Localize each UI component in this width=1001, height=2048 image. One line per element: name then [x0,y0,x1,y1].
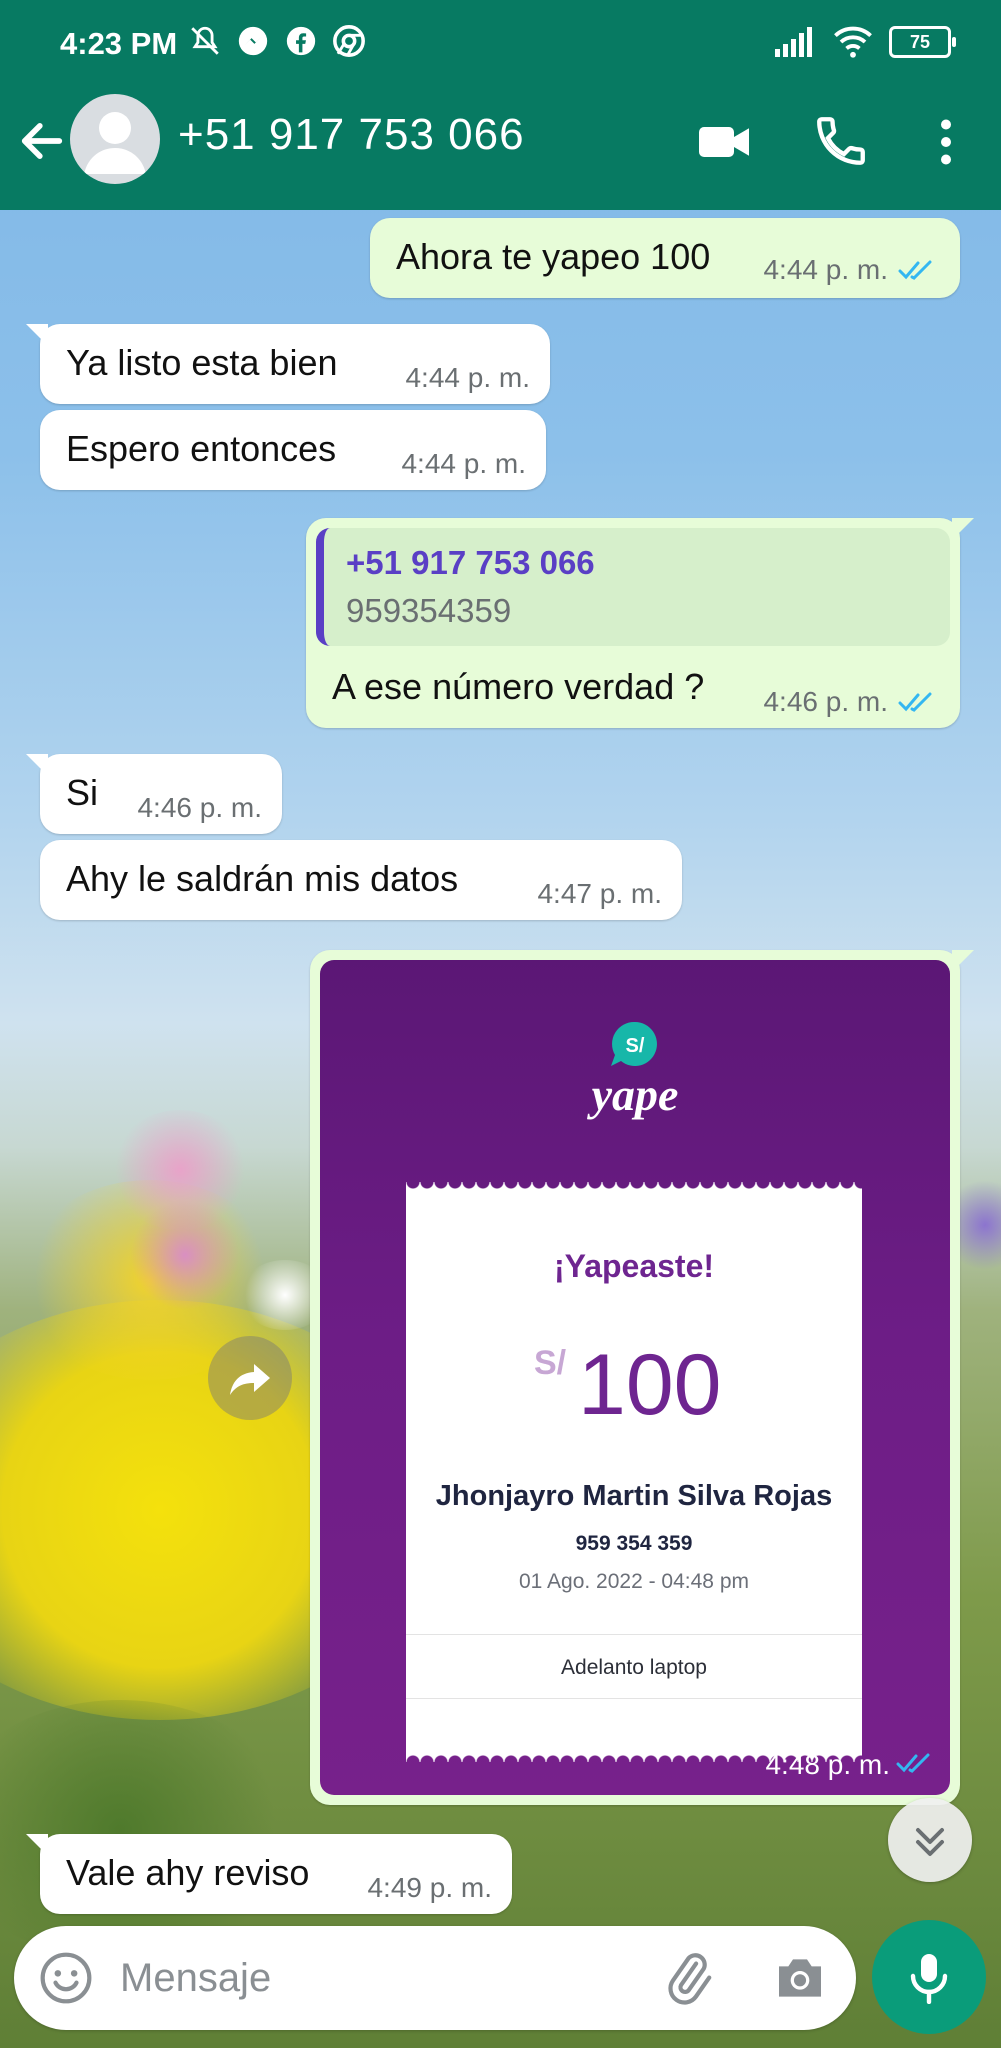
message-outgoing[interactable]: Ahora te yapeo 100 4:44 p. m. [370,218,960,298]
image-message[interactable]: S/ yape ¡Yapeaste! S/ 100 Jhonjayro Mart… [310,950,974,1805]
quoted-sender: +51 917 753 066 [346,544,595,581]
contact-avatar[interactable] [70,94,160,184]
message-composer[interactable]: Mensaje [14,1926,856,2030]
message-text: Ya listo esta bien [66,342,338,383]
read-ticks-icon [898,260,932,280]
quoted-text: 959354359 [346,592,512,629]
camera-icon[interactable] [772,1952,828,2004]
message-incoming[interactable]: Vale ahy reviso 4:49 p. m. [26,1834,512,1914]
receipt-currency: S/ [534,1344,567,1382]
app-bar: 4:23 PM 75 +51 917 753 066 [0,0,1001,210]
video-call-icon[interactable] [694,112,754,172]
svg-text:S/: S/ [626,1035,645,1057]
message-time: 4:47 p. m. [537,878,662,909]
message-incoming[interactable]: Si 4:46 p. m. [26,754,282,834]
forward-icon[interactable] [208,1336,292,1420]
message-incoming[interactable]: Ya listo esta bien 4:44 p. m. [26,324,550,404]
message-input[interactable]: Mensaje [120,1956,271,2001]
message-text: Ahora te yapeo 100 [396,236,711,277]
status-time: 4:23 PM [60,26,178,61]
yape-receipt-image[interactable]: S/ yape ¡Yapeaste! S/ 100 Jhonjayro Mart… [320,960,950,1795]
microphone-button[interactable] [872,1920,986,2034]
muted-bell-icon [188,24,222,58]
message-incoming[interactable]: Espero entonces 4:44 p. m. [40,410,546,490]
message-text: Ahy le saldrán mis datos [66,858,459,899]
microphone-icon [910,1954,948,2004]
emoji-icon[interactable] [38,1950,94,2006]
message-text: Espero entonces [66,428,337,469]
system-status: 75 [775,26,956,58]
signal-icon [775,27,812,57]
message-text: Si [66,772,99,813]
read-ticks-icon [898,692,932,712]
read-ticks-icon [896,1753,930,1773]
notification-icons [188,24,366,58]
message-time: 4:44 p. m. [763,254,888,285]
svg-text:yape: yape [587,1069,679,1120]
messenger-icon [236,24,270,58]
chrome-icon [332,24,366,58]
receipt-title: ¡Yapeaste! [553,1248,715,1284]
receipt-date: 01 Ago. 2022 - 04:48 pm [518,1570,749,1593]
message-text: A ese número verdad ? [332,666,705,707]
receipt-paper: ¡Yapeaste! S/ 100 Jhonjayro Martin Silva… [406,1182,862,1762]
attach-icon[interactable] [660,1950,716,2006]
voice-call-icon[interactable] [812,112,872,172]
battery-indicator: 75 [889,26,956,58]
facebook-icon [284,24,318,58]
receipt-recipient: Jhonjayro Martin Silva Rojas [435,1480,833,1512]
more-options-icon[interactable] [916,112,976,172]
message-time: 4:44 p. m. [401,448,526,479]
back-arrow-icon[interactable] [16,115,68,167]
message-time: 4:49 p. m. [367,1872,492,1903]
message-time: 4:44 p. m. [405,362,530,393]
wifi-icon [834,26,872,58]
receipt-note: Adelanto laptop [561,1656,707,1679]
message-time: 4:48 p. m. [765,1749,890,1780]
receipt-phone: 959 354 359 [575,1532,693,1555]
message-outgoing-reply[interactable]: +51 917 753 066 959354359 A ese número v… [306,518,974,728]
yape-logo: S/ yape [587,1021,679,1120]
receipt-amount: 100 [578,1337,722,1433]
message-incoming[interactable]: Ahy le saldrán mis datos 4:47 p. m. [40,840,682,920]
quoted-message[interactable]: +51 917 753 066 959354359 [316,528,950,646]
scroll-down-icon[interactable] [888,1798,972,1882]
message-time: 4:46 p. m. [763,686,888,717]
message-text: Vale ahy reviso [66,1852,310,1893]
message-time: 4:46 p. m. [137,792,262,823]
contact-name[interactable]: +51 917 753 066 [178,110,525,160]
